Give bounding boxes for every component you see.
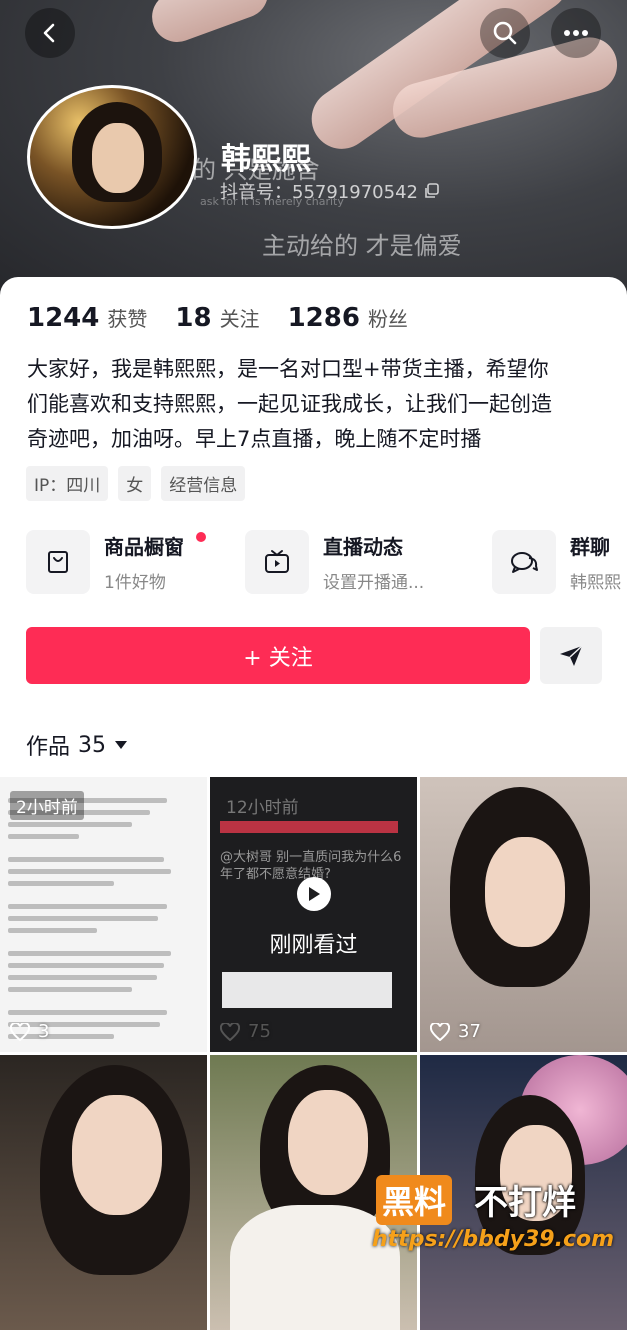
- avatar-face-shape: [92, 123, 144, 193]
- watermark-url: https://bbdy39.com: [372, 1227, 615, 1252]
- search-icon: [493, 21, 517, 45]
- bio-line: 奇迹吧，加油呀。早上7点直播，晚上随不定时播: [27, 427, 482, 451]
- chat-icon: [511, 552, 538, 573]
- works-count: 35: [78, 732, 107, 758]
- works-tab[interactable]: 作品 35: [26, 729, 128, 761]
- like-count-value: 37: [458, 1021, 481, 1042]
- more-button[interactable]: [551, 8, 601, 58]
- followers-count[interactable]: 1286: [288, 303, 360, 333]
- like-count: 37: [430, 1021, 481, 1042]
- chevron-left-icon: [43, 23, 55, 43]
- avatar[interactable]: [27, 85, 197, 229]
- play-icon: [309, 887, 320, 901]
- douyin-id[interactable]: 抖音号：55791970542: [220, 178, 440, 204]
- watermark-brand-a: 黑料: [376, 1175, 453, 1225]
- like-count-value: 75: [248, 1021, 271, 1042]
- entry-subtitle: 设置开播通...: [323, 573, 425, 593]
- search-button[interactable]: [480, 8, 530, 58]
- following-count[interactable]: 18: [175, 303, 211, 333]
- heart-icon: [10, 1022, 30, 1041]
- work-item[interactable]: 37: [420, 777, 627, 1052]
- followers-label[interactable]: 粉丝: [368, 303, 408, 332]
- watermark: 黑料 不打烊 https://bbdy39.com: [372, 1173, 616, 1263]
- caret-down-icon: [115, 741, 128, 749]
- bio-line: 大家好，我是韩熙熙，是一名对口型+带货主播，希望你: [27, 357, 549, 381]
- entry-title: 群聊: [570, 535, 610, 559]
- work-item[interactable]: @大树哥 别一直质问我为什么6年了都不愿意结婚? 12小时前 刚刚看过 75: [210, 777, 417, 1052]
- heart-icon: [430, 1022, 450, 1041]
- portrait-face-shape: [288, 1090, 368, 1195]
- entry-icon-box: [245, 530, 309, 594]
- entry-title: 商品橱窗: [104, 535, 184, 559]
- follow-label: + 关注: [243, 645, 313, 671]
- follow-button[interactable]: + 关注: [26, 627, 530, 684]
- profile-bio: 大家好，我是韩熙熙，是一名对口型+带货主播，希望你 们能喜欢和支持熙熙，一起见证…: [27, 352, 597, 457]
- more-icon: [564, 30, 588, 36]
- like-count: 3: [10, 1021, 49, 1042]
- time-badge: 12小时前: [226, 798, 299, 818]
- like-count-value: 3: [38, 1021, 50, 1042]
- feature-entries: 商品橱窗 1件好物 直播动态 设置开播通... 群聊 韩熙熙: [26, 530, 627, 596]
- text-screenshot-thumbnail: [8, 791, 185, 1052]
- bag-icon: [48, 551, 68, 573]
- entry-subtitle: 1件好物: [104, 573, 166, 593]
- work-item[interactable]: [0, 1055, 207, 1330]
- works-label: 作品: [26, 735, 71, 760]
- copy-icon[interactable]: [424, 183, 440, 199]
- send-message-button[interactable]: [540, 627, 602, 684]
- work-item[interactable]: 2小时前 3: [0, 777, 207, 1052]
- heart-icon: [220, 1022, 240, 1041]
- portrait-face-shape: [485, 837, 565, 947]
- likes-count: 1244: [27, 303, 100, 333]
- notification-dot: [196, 532, 206, 542]
- entry-subtitle: 韩熙熙: [570, 573, 621, 593]
- send-icon: [560, 644, 583, 666]
- entry-icon-box: [492, 530, 556, 594]
- play-button[interactable]: [297, 877, 331, 911]
- recently-watched-label: 刚刚看过: [269, 933, 358, 958]
- banner-overlay-text: 主动给的 才是偏爱: [262, 232, 462, 260]
- banner-hand-shape: [145, 0, 275, 50]
- tag-gender: 女: [118, 466, 152, 501]
- watermark-brand-b: 不打烊: [474, 1183, 576, 1223]
- entry-title: 直播动态: [323, 535, 403, 559]
- entry-icon-box: [26, 530, 90, 594]
- bio-line: 们能喜欢和支持熙熙，一起见证我成长，让我们一起创造: [27, 392, 552, 416]
- likes-label: 获赞: [107, 307, 148, 331]
- entry-group-chat[interactable]: 群聊 韩熙熙: [492, 530, 621, 594]
- portrait-face-shape: [72, 1095, 162, 1215]
- profile-name: 韩熙熙: [221, 142, 311, 177]
- white-block-shape: [222, 972, 392, 1008]
- entry-shop-window[interactable]: 商品橱窗 1件好物: [26, 530, 184, 594]
- douyin-id-text: 抖音号：55791970542: [220, 182, 418, 203]
- profile-tags: IP：四川 女 经营信息: [26, 466, 246, 501]
- following-label[interactable]: 关注: [220, 303, 260, 332]
- entry-live-updates[interactable]: 直播动态 设置开播通...: [245, 530, 424, 594]
- tag-ip: IP：四川: [26, 466, 109, 501]
- tag-business-info[interactable]: 经营信息: [161, 466, 246, 501]
- tv-icon: [265, 550, 289, 573]
- time-badge: 2小时前: [10, 791, 84, 820]
- back-button[interactable]: [25, 8, 75, 58]
- profile-stats: 1244 获赞 18 关注 1286 粉丝: [27, 303, 436, 333]
- portrait-shirt-shape: [230, 1205, 400, 1330]
- red-bar-shape: [220, 821, 398, 833]
- like-count: 75: [220, 1021, 271, 1042]
